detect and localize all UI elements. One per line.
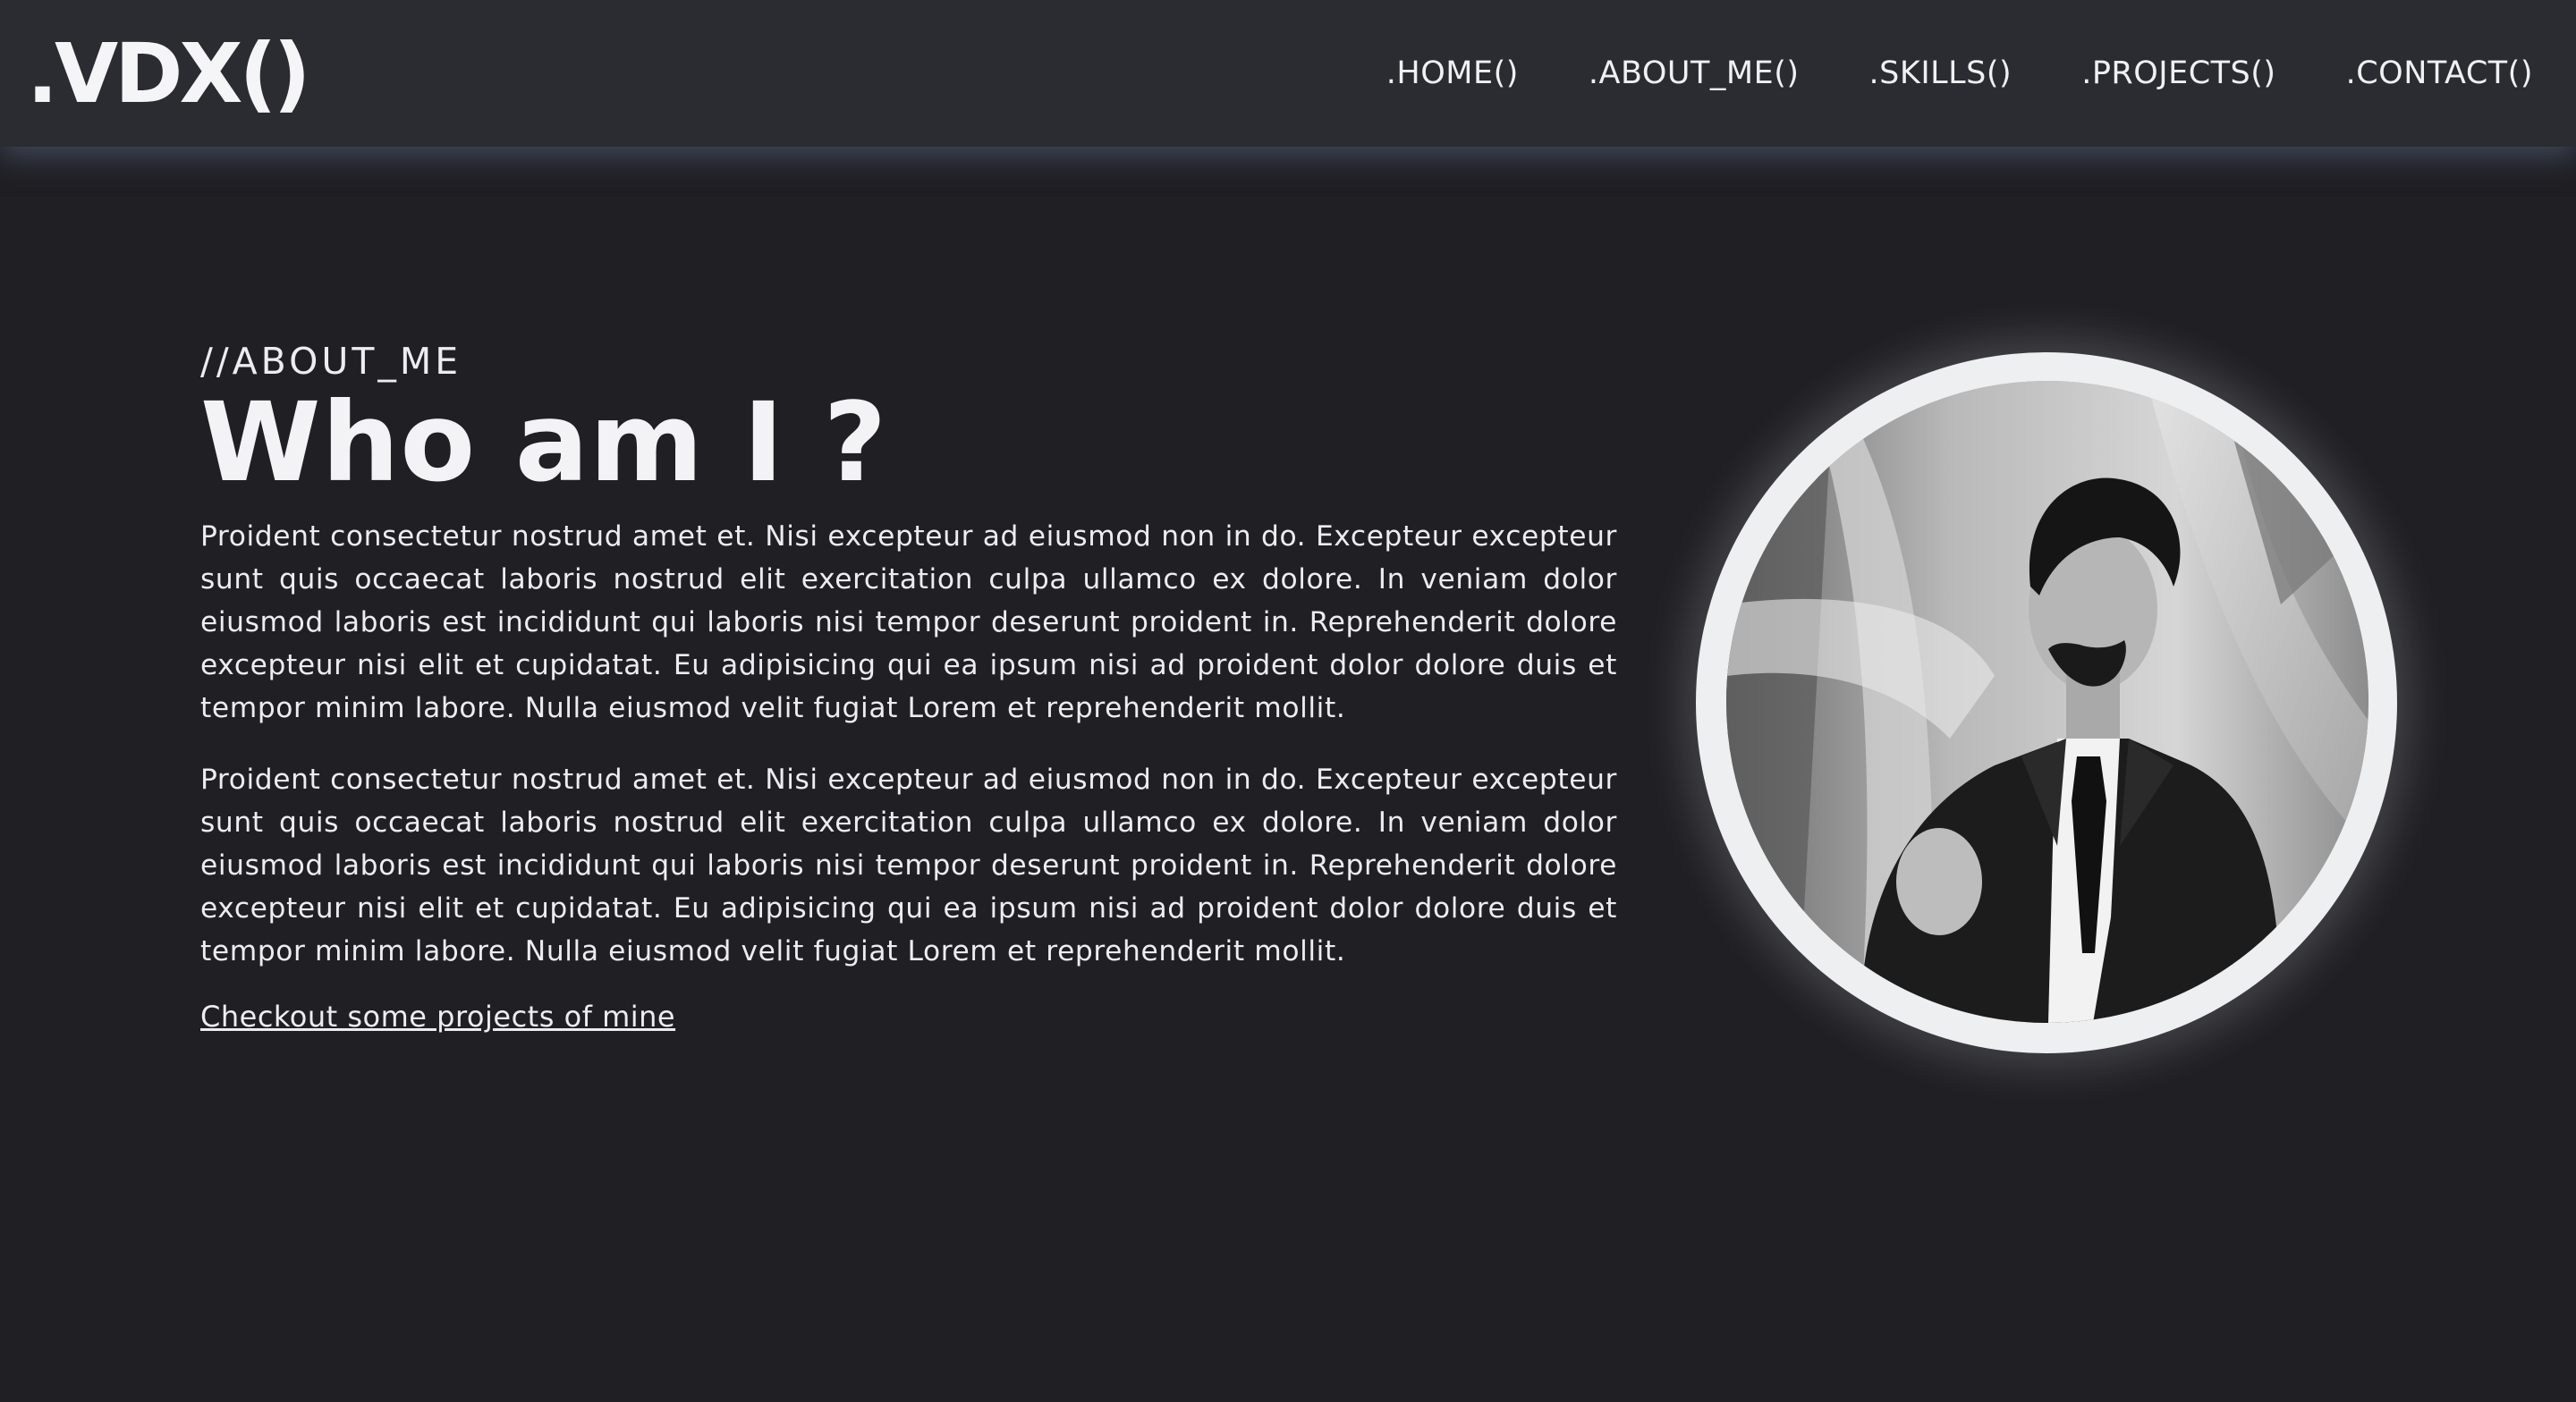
site-logo[interactable]: .VDX() [27, 26, 311, 122]
section-eyebrow: //ABOUT_ME [200, 340, 462, 383]
nav-contact-link[interactable]: .CONTACT() [2346, 55, 2533, 91]
nav-skills-link[interactable]: .SKILLS() [1869, 55, 2012, 91]
profile-photo-frame [1696, 352, 2397, 1053]
nav-menu: .HOME() .ABOUT_ME() .SKILLS() .PROJECTS(… [1317, 55, 2533, 91]
navbar: .VDX() .HOME() .ABOUT_ME() .SKILLS() .PR… [0, 0, 2576, 147]
page-title: Who am I ? [200, 379, 888, 506]
about-section: //ABOUT_ME Who am I ? Proident consectet… [200, 340, 1617, 1034]
profile-photo-grayscale [1726, 381, 2368, 1023]
about-paragraph-2: Proident consectetur nostrud amet et. Ni… [200, 763, 1617, 967]
nav-projects-link[interactable]: .PROJECTS() [2081, 55, 2275, 91]
nav-about-me-link[interactable]: .ABOUT_ME() [1589, 55, 1800, 91]
profile-photo [1726, 381, 2368, 1023]
projects-link[interactable]: Checkout some projects of mine [200, 1000, 675, 1034]
nav-home-link[interactable]: .HOME() [1386, 55, 1519, 91]
about-paragraph-1: Proident consectetur nostrud amet et. Ni… [200, 519, 1617, 724]
